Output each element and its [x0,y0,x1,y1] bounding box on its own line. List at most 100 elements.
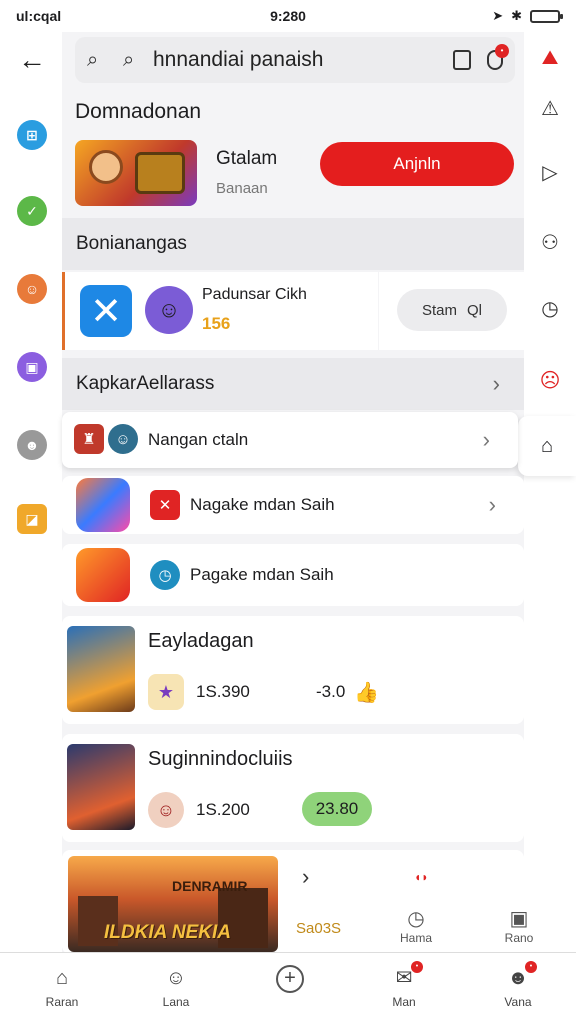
game-thumbnail [67,626,135,712]
list-item-label: Nangan ctaln [148,430,249,449]
record-icon: ◖◗ [414,870,429,884]
promo-title: Padunsar Cikh [202,286,307,303]
d-app-icon [76,548,130,602]
nav-label: Raran [45,995,79,1009]
alert-icon[interactable]: ⚠ [536,94,564,122]
sad-face-icon[interactable]: ☹ [536,366,564,394]
search-icon: ⌕ [87,48,99,71]
left-rail: ← ⊞ ✓ ☺ ▣ ☻ ◪ [0,32,62,952]
rail-avatar-icon[interactable]: ☺ [17,274,47,304]
briefcase-icon: ▣ [509,908,529,930]
list-item[interactable]: ♜ ☺ Nangan ctaln › [62,412,518,468]
bluetooth-icon: ✱ [511,8,522,23]
promo-side: Stam Ql [379,272,524,350]
game-thumbnail [67,744,135,830]
edit-icon[interactable] [453,50,471,70]
game-icon: ♜ [74,424,104,454]
home-tab-icon[interactable]: ⌂ [518,416,576,476]
promo-value: 156 [202,314,231,333]
rail-lock-icon[interactable]: ▣ [17,352,47,382]
back-arrow-icon[interactable]: ← [18,46,46,74]
avatar-icon: ☺ [108,424,138,454]
mountain-icon[interactable]: ⛰ [536,44,564,72]
promo-card[interactable]: ✕ ☺ Padunsar Cikh 156 [62,272,378,350]
person-icon: ☺ [165,967,187,989]
inbox-icon: ✉ • [391,961,423,991]
list-item[interactable]: ✕ Nagake mdan Saih › [62,476,524,534]
banner-image: DENRAMIR ILDKIA NEKIA [68,856,278,952]
sub-tab[interactable]: ▣ Rano [494,906,544,945]
status-bar: ul:cqal 9:280 ➤ ✱ [0,0,576,32]
timer-icon[interactable]: ◷ [536,294,564,322]
search-bar[interactable]: ⌕ ⌕ hnnandiai panaish • [75,37,515,83]
section-header-2[interactable]: KapkarAellarass › [62,358,524,410]
notification-badge: • [411,961,423,973]
chevron-right-icon: › [492,371,500,396]
rail-check-icon[interactable]: ✓ [17,196,47,226]
game-stat: 1S.390 [196,682,250,701]
nav-add[interactable]: + [250,965,330,997]
chevron-right-icon: › [482,427,490,452]
game-title: Suginnindocluiis [148,748,293,770]
play-icon[interactable]: ▷ [536,158,564,186]
featured-subtitle: Banaan [216,180,268,197]
clock-icon: ◷ [150,560,180,590]
list-item-label: Pagake mdan Saih [190,565,334,584]
search-input[interactable]: hnnandiai panaish [153,48,323,72]
game-title: Eayladagan [148,630,254,652]
promo-button-suffix: Ql [467,301,482,319]
bottom-nav: ⌂ Raran ☺ Lana + ✉ • Man ☻ • Vana [0,952,576,1024]
nav-label: Man [392,995,416,1009]
featured-image [75,140,197,206]
colorful-app-icon [76,478,130,532]
notification-badge: • [525,961,537,973]
rail-folder-icon[interactable]: ◪ [17,504,47,534]
game-card[interactable]: Eayladagan ★ 1S.390 -3.0 👍 [62,616,524,724]
section-header-label-2: KapkarAellarass [76,373,215,394]
nav-account[interactable]: ☻ • Vana [478,961,558,1009]
sub-tab-label: Hama [399,931,432,945]
featured-card[interactable]: Gtalam Banaan Anjnln [75,140,515,210]
game-price-badge[interactable]: 23.80 [302,792,372,826]
star-icon: ★ [148,674,184,710]
rail-people-icon[interactable]: ☻ [17,430,47,460]
search-lens-icon: ⌕ [123,48,135,71]
nav-messages[interactable]: ✉ • Man [364,961,444,1009]
game-stat: -3.0 [316,682,346,701]
section-title: Domnadonan [75,100,202,123]
list-item[interactable]: ◷ Pagake mdan Saih [62,544,524,606]
nav-home[interactable]: ⌂ Raran [22,965,102,1009]
rail-app-icon[interactable]: ⊞ [17,120,47,150]
notification-badge: • [495,44,509,58]
list-item-label: Nagake mdan Saih [190,495,335,514]
thumb-up-icon: 👍 [354,682,379,704]
promo-start-button[interactable]: Stam Ql [397,289,507,331]
x-app-icon: ✕ [80,285,132,337]
nav-profile[interactable]: ☺ Lana [136,965,216,1009]
chevron-right-icon: › [302,864,310,889]
microphone-icon[interactable]: • [487,44,509,70]
chevron-right-icon: › [488,492,496,517]
account-icon: ☻ • [505,961,537,991]
close-icon: ✕ [150,490,180,520]
banner-line2: ILDKIA NEKIA [104,922,232,943]
avatar-icon: ☺ [148,792,184,828]
section-header-label: Bonianangas [76,233,187,254]
section-header: Bonianangas [62,218,524,270]
sub-tab[interactable]: Sa03S [296,920,341,937]
banner-line1: DENRAMIR [172,878,248,894]
featured-action-button[interactable]: Anjnln [320,142,514,186]
battery-icon [530,9,563,23]
promo-button-label: Stam [421,301,457,319]
purple-avatar-icon: ☺ [145,286,193,334]
game-card[interactable]: Suginnindocluiis ☺ 1S.200 23.80 [62,734,524,842]
right-rail: ⛰ ⚠ ▷ ⚇ ◷ ☹ ⌂ [518,32,576,952]
nav-label: Vana [504,995,532,1009]
group-icon[interactable]: ⚇ [536,228,564,256]
sub-tab-label: Rano [504,931,534,945]
location-icon: ➤ [492,8,504,23]
sub-tab-bar: Sa03S ◷ Hama ▣ Rano [284,898,572,954]
sub-tab[interactable]: ◷ Hama [392,906,440,945]
home-icon: ⌂ [55,967,69,989]
featured-title: Gtalam [216,148,278,169]
